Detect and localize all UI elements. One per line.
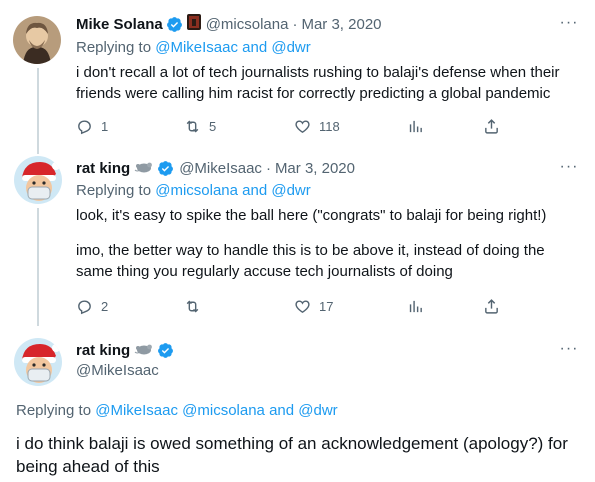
- share-icon: [485, 298, 498, 314]
- tweet-header: rat king @MikeIsaac · Mar 3, 2020: [76, 158, 355, 178]
- mention-link[interactable]: @micsolana: [155, 182, 238, 199]
- share-icon: [485, 118, 498, 134]
- tweet-mike-solana[interactable]: Mike Solana @micsolana · Mar 3, 2020 ···…: [0, 0, 595, 154]
- flag-emoji-icon: [186, 14, 201, 34]
- mention-joiner: and: [242, 182, 268, 199]
- verified-badge-icon: [157, 160, 174, 177]
- tweet-text: i don't recall a lot of tech journalists…: [76, 64, 560, 102]
- replying-to-label: Replying to: [16, 402, 92, 419]
- views-button[interactable]: [407, 116, 424, 136]
- author-name[interactable]: rat king: [76, 342, 130, 359]
- like-icon: [295, 119, 310, 133]
- rat-emoji-icon: [134, 341, 154, 359]
- reply-icon: [78, 119, 91, 134]
- reply-count: 2: [101, 298, 109, 314]
- author-name[interactable]: rat king: [76, 160, 130, 177]
- share-button[interactable]: [483, 296, 500, 316]
- mention-link[interactable]: @dwr: [271, 39, 310, 56]
- avatar-mike-solana[interactable]: [13, 16, 61, 64]
- author-handle[interactable]: @MikeIsaac: [76, 362, 159, 379]
- mention-link[interactable]: @dwr: [271, 182, 310, 199]
- author-handle[interactable]: @micsolana: [206, 16, 289, 33]
- retweet-count: 5: [209, 118, 217, 134]
- more-options-icon[interactable]: ···: [559, 15, 579, 38]
- thread-line: [37, 68, 39, 154]
- avatar-rat-king[interactable]: [14, 156, 62, 204]
- avatar-rat-king[interactable]: [14, 338, 62, 386]
- replying-to-label: Replying to: [76, 182, 152, 199]
- mention-link[interactable]: @MikeIsaac: [155, 39, 238, 56]
- like-button[interactable]: 17: [294, 296, 333, 316]
- rat-emoji-icon: [134, 159, 154, 177]
- replying-to: Replying to @MikeIsaac and @dwr: [76, 39, 311, 56]
- tweet-actions: 2 17: [76, 296, 516, 316]
- retweet-button[interactable]: 5: [184, 116, 216, 136]
- tweet-text: imo, the better way to handle this is to…: [76, 242, 545, 280]
- tweet-rat-king-reply[interactable]: rat king @MikeIsaac · Mar 3, 2020 ··· Re…: [0, 150, 595, 326]
- tweet-text: look, it's easy to spike the ball here (…: [76, 207, 547, 224]
- author-handle[interactable]: @MikeIsaac: [179, 160, 262, 177]
- tweet-date[interactable]: Mar 3, 2020: [275, 160, 355, 177]
- like-icon: [295, 299, 310, 313]
- replying-to-label: Replying to: [76, 39, 152, 56]
- author-name[interactable]: Mike Solana: [76, 16, 163, 33]
- mention-link[interactable]: @MikeIsaac: [95, 402, 178, 419]
- separator-dot: ·: [292, 15, 298, 33]
- like-count: 17: [319, 298, 334, 314]
- retweet-button[interactable]: [184, 296, 209, 316]
- mention-joiner: and: [242, 39, 268, 56]
- tweet-focused[interactable]: rat king @MikeIsaac ··· Replying to @Mik…: [0, 326, 595, 482]
- replying-to: Replying to @MikeIsaac @micsolana and @d…: [16, 402, 338, 419]
- verified-badge-icon: [166, 16, 183, 33]
- share-button[interactable]: [483, 116, 500, 136]
- thread-line: [37, 208, 39, 326]
- mention-joiner: and: [269, 402, 295, 419]
- separator-dot: ·: [265, 159, 271, 177]
- reply-count: 1: [101, 118, 109, 134]
- like-button[interactable]: 118: [294, 116, 340, 136]
- tweet-header: Mike Solana @micsolana · Mar 3, 2020: [76, 14, 382, 34]
- replying-to: Replying to @micsolana and @dwr: [76, 182, 311, 199]
- reply-icon: [78, 299, 91, 314]
- tweet-date[interactable]: Mar 3, 2020: [301, 16, 381, 33]
- retweet-icon: [186, 120, 199, 132]
- tweet-actions: 1 5 118: [76, 116, 516, 136]
- views-button[interactable]: [407, 296, 424, 316]
- retweet-icon: [186, 300, 199, 312]
- author-name-row: rat king: [76, 340, 174, 360]
- like-count: 118: [319, 118, 340, 134]
- views-icon: [409, 300, 422, 312]
- reply-button[interactable]: 2: [76, 296, 108, 316]
- reply-button[interactable]: 1: [76, 116, 108, 136]
- verified-badge-icon: [157, 342, 174, 359]
- mention-link[interactable]: @micsolana: [182, 402, 265, 419]
- mention-link[interactable]: @dwr: [298, 402, 337, 419]
- tweet-text: i do think balaji is owed something of a…: [16, 434, 568, 476]
- more-options-icon[interactable]: ···: [559, 159, 579, 182]
- views-icon: [409, 120, 422, 132]
- more-options-icon[interactable]: ···: [559, 341, 579, 364]
